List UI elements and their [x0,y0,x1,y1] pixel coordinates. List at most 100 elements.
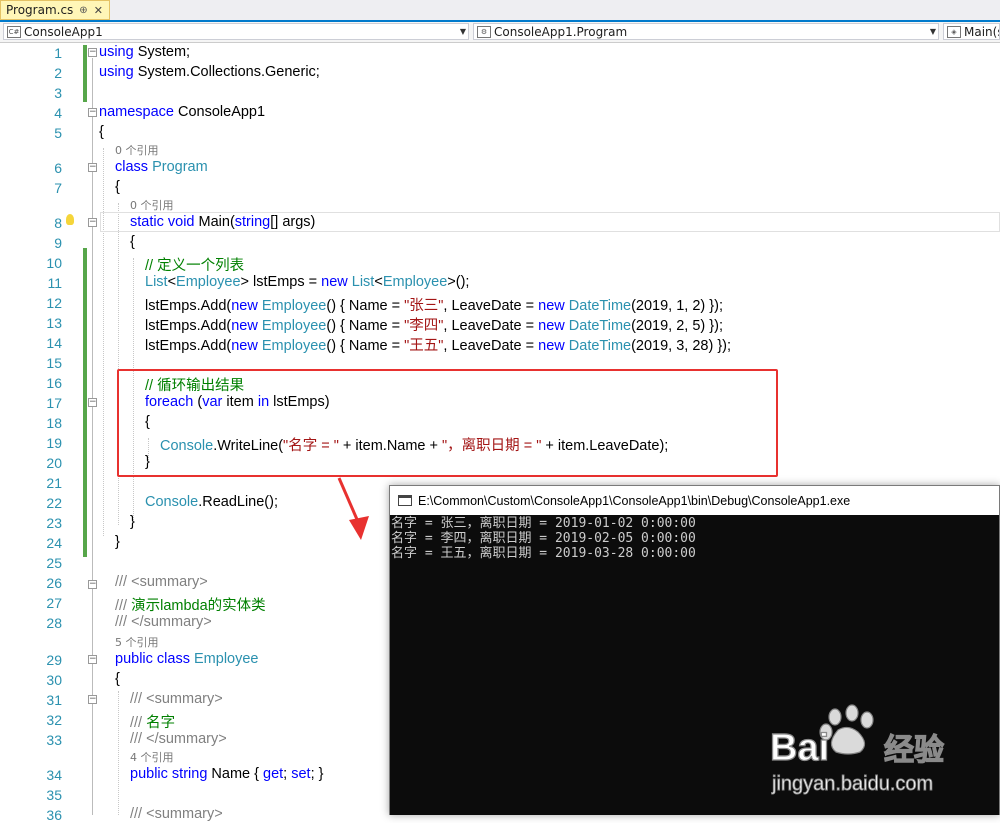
line-number: 28 [46,615,62,631]
change-bar [83,535,87,555]
tab-program-cs[interactable]: Program.cs ⊕ ✕ [0,0,110,20]
code-token: "张三" [404,298,444,314]
change-bar [83,45,87,102]
code-token: class [156,651,190,667]
code-token: } [115,534,120,550]
code-token: new [538,318,565,334]
code-token: Program [152,159,208,175]
code-token: , LeaveDate = [443,318,539,334]
code-token: lstEmps.Add( [145,338,232,354]
code-token: () { Name = [326,298,405,314]
code-token: <summary> [146,691,223,707]
codelens-references[interactable]: 4 个引用 [130,749,174,765]
console-title-bar[interactable]: E:\Common\Custom\ConsoleApp1\ConsoleApp1… [390,486,999,515]
line-number: 11 [47,275,62,291]
code-line: /// </summary> [115,614,212,630]
close-icon[interactable]: ✕ [94,4,103,17]
code-line: List<Employee> lstEmps = new List<Employ… [145,274,469,290]
code-line: // 定义一个列表 [145,254,244,275]
collapse-icon[interactable]: − [88,218,97,227]
code-token: System.Collections.Generic; [133,64,320,80]
code-line: using System; [99,44,190,60]
code-token: < [374,274,383,290]
line-number: 19 [46,435,62,451]
code-token: "李四" [404,318,444,334]
code-token: DateTime [568,338,632,354]
console-title: E:\Common\Custom\ConsoleApp1\ConsoleApp1… [418,493,851,508]
collapse-icon[interactable]: − [88,48,97,57]
line-number: 14 [46,335,62,351]
code-token: /// [115,614,132,630]
code-line: static void Main(string[] args) [130,214,315,230]
collapse-icon[interactable]: − [88,695,97,704]
jingyan-brand: 经验 [884,733,944,768]
code-token: 名字 [146,715,176,731]
code-token: ; } [310,766,324,782]
code-token: get [263,766,284,782]
code-token: <summary> [146,806,223,822]
code-token: /// [115,598,132,614]
code-line: /// 演示lambda的实体类 [115,594,266,615]
line-number: 5 [54,125,62,141]
line-number: 12 [46,295,62,311]
member-name: Main(s [964,24,1000,39]
pin-icon[interactable]: ⊕ [79,5,87,16]
line-number: 8 [54,215,62,231]
project-dropdown[interactable]: C# ConsoleApp1 ▼ [3,23,469,40]
code-line: } [115,534,120,550]
code-token: System; [133,44,191,60]
code-line: lstEmps.Add(new Employee() { Name = "张三"… [145,294,723,315]
collapse-icon[interactable]: − [88,655,97,664]
line-number: 18 [46,415,62,431]
console-line: 名字 = 李四，离职日期 = 2019-02-05 0:00:00 [391,531,696,546]
lightbulb-icon[interactable] [66,214,74,225]
code-token: public [115,651,153,667]
code-line: { [115,671,120,687]
code-line: using System.Collections.Generic; [99,64,320,80]
collapse-icon[interactable]: − [88,398,97,407]
console-app-icon [398,495,412,506]
line-number: 3 [54,85,62,101]
code-token: lstEmps.Add( [145,298,232,314]
code-token: ConsoleApp1 [173,104,266,120]
member-dropdown[interactable]: ◈ Main(s [943,23,1000,40]
code-token: </summary> [131,614,212,630]
type-dropdown[interactable]: ⚙ ConsoleApp1.Program ▼ [473,23,939,40]
code-line: public string Name { get; set; } [130,766,323,782]
codelens-references[interactable]: 5 个引用 [115,634,159,650]
code-line: public class Employee [115,651,258,667]
code-line: lstEmps.Add(new Employee() { Name = "李四"… [145,314,723,335]
code-token: void [167,214,195,230]
code-token: (2019, 3, 28) }); [631,338,732,354]
line-number: 36 [46,807,62,823]
code-token: (2019, 1, 2) }); [631,298,723,314]
collapse-icon[interactable]: − [88,163,97,172]
code-line: } [130,514,135,530]
codelens-references[interactable]: 0 个引用 [130,197,174,213]
codelens-references[interactable]: 0 个引用 [115,142,159,158]
change-bar [83,248,87,557]
chevron-down-icon: ▼ [929,27,936,36]
collapse-icon[interactable]: − [88,108,97,117]
code-token: new [538,338,565,354]
code-token: Main( [194,214,235,230]
code-line: /// <summary> [130,806,223,822]
line-number: 15 [46,355,62,371]
code-token: Name { [207,766,263,782]
code-token: public [130,766,168,782]
code-token: } [130,514,135,530]
code-token: List [145,274,168,290]
code-token: </summary> [146,731,227,747]
code-token: new [231,298,258,314]
collapse-icon[interactable]: − [88,580,97,589]
line-number: 20 [46,455,62,471]
code-token: using [99,64,134,80]
code-token: { [99,124,104,140]
code-token: "王五" [404,338,444,354]
code-token: lstEmps.Add( [145,318,232,334]
code-line: { [99,124,104,140]
code-token: { [115,671,120,687]
code-line: { [130,234,135,250]
code-token: namespace [99,104,174,120]
chevron-down-icon: ▼ [459,27,466,36]
